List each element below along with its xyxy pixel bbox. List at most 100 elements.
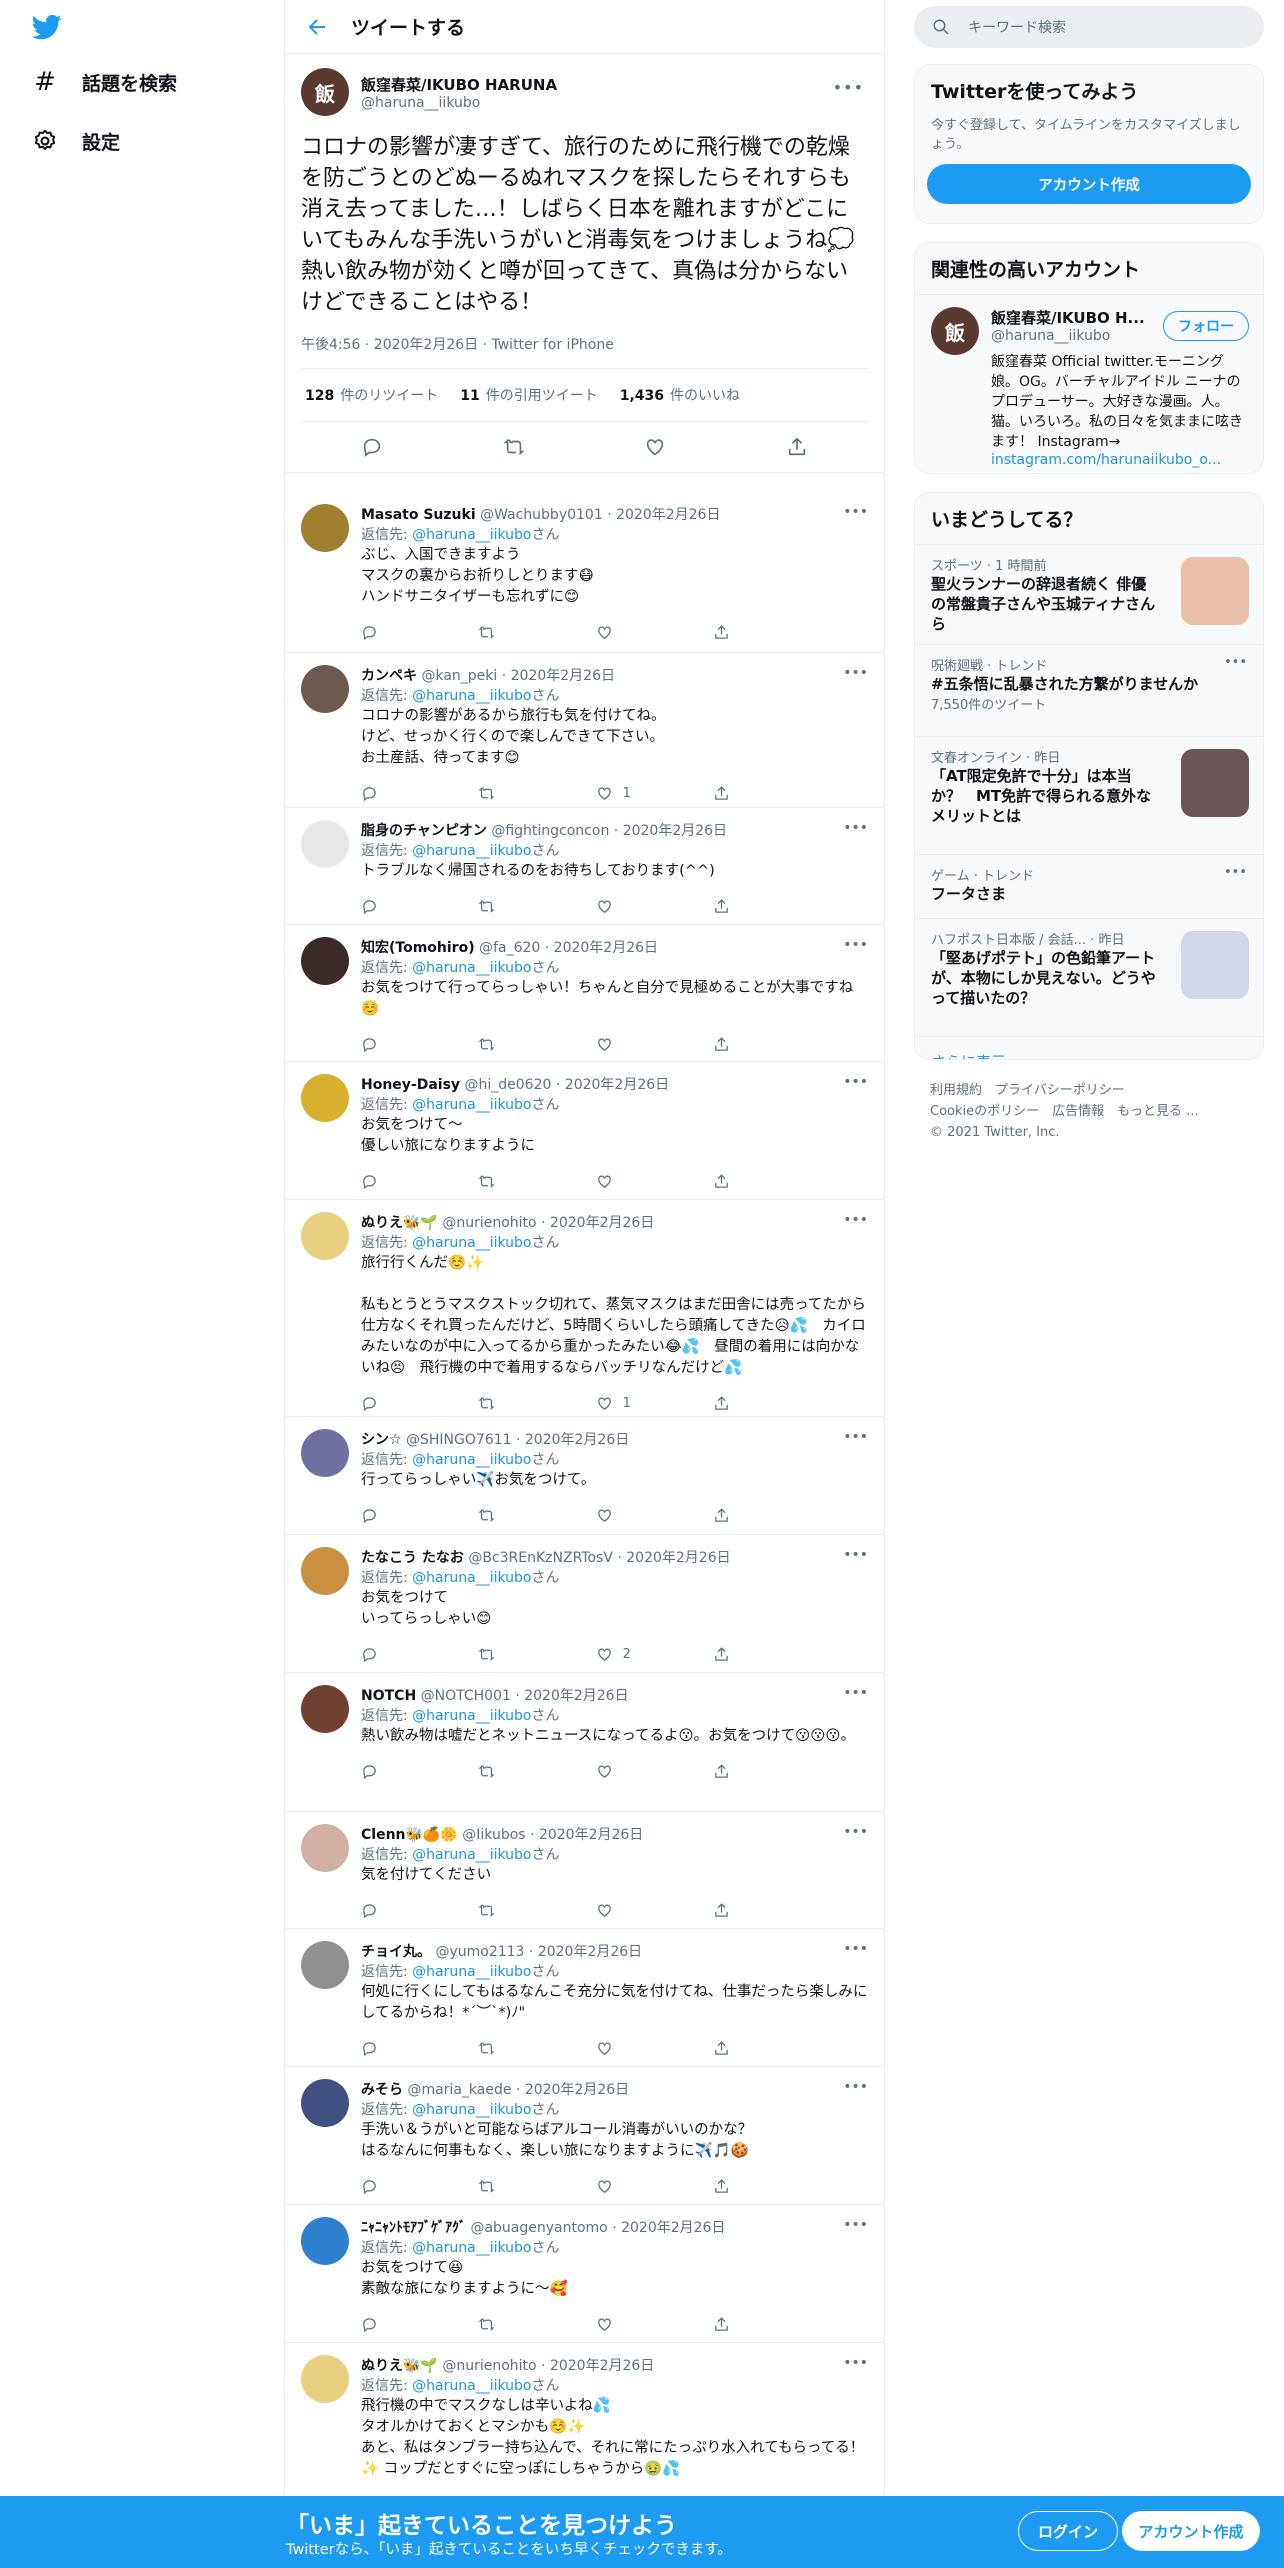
reply-author-handle[interactable]: @nurienohito — [442, 1215, 536, 1231]
reply-author-name[interactable]: カンペキ — [361, 668, 417, 684]
quote-count[interactable]: 11 件の引用ツイート — [460, 385, 597, 405]
share-button[interactable] — [713, 2316, 773, 2333]
reply-author-name[interactable]: Honey-Daisy — [361, 1077, 460, 1093]
reply-date[interactable]: 2020年2月26日 — [550, 2358, 654, 2374]
follow-button[interactable]: フォロー — [1163, 311, 1249, 341]
like-button[interactable] — [596, 2178, 656, 2195]
share-button[interactable] — [713, 624, 773, 641]
reply-to-link[interactable]: @haruna__iikubo — [412, 1097, 531, 1113]
reply-author-handle[interactable]: @Bc3REnKzNZRTosV — [468, 1550, 613, 1566]
reply-tweet[interactable]: ぬりえ🐝🌱 @nurienohito · 2020年2月26日 ••• 返信先:… — [285, 2343, 884, 2512]
reply-button[interactable] — [361, 1036, 421, 1053]
share-button[interactable] — [713, 1507, 773, 1524]
retweet-icon[interactable] — [503, 436, 525, 458]
avatar[interactable] — [301, 2217, 349, 2265]
like-button[interactable] — [596, 1902, 656, 1919]
avatar[interactable] — [301, 820, 349, 868]
share-button[interactable] — [713, 785, 773, 802]
author-handle[interactable]: @haruna__iikubo — [361, 95, 557, 111]
more-icon[interactable]: ••• — [843, 1941, 868, 1957]
reply-date[interactable]: 2020年2月26日 — [621, 2220, 725, 2236]
reply-to-link[interactable]: @haruna__iikubo — [412, 527, 531, 543]
reply-author-handle[interactable]: @maria_kaede — [407, 2082, 511, 2098]
avatar[interactable] — [301, 665, 349, 713]
more-icon[interactable]: ••• — [843, 1547, 868, 1563]
avatar[interactable] — [301, 1429, 349, 1477]
retweet-button[interactable] — [478, 1763, 538, 1780]
more-icon[interactable]: ••• — [843, 1074, 868, 1090]
reply-button[interactable] — [361, 1902, 421, 1919]
reply-author-name[interactable]: たなこう たなお — [361, 1550, 464, 1566]
reply-to-link[interactable]: @haruna__iikubo — [412, 1235, 531, 1251]
reply-button[interactable] — [361, 1763, 421, 1780]
retweet-button[interactable] — [478, 2178, 538, 2195]
reply-date[interactable]: 2020年2月26日 — [616, 507, 720, 523]
trend-item[interactable]: ゲーム · トレンド フータさま ••• — [915, 854, 1263, 918]
avatar[interactable] — [301, 2355, 349, 2403]
footer-links-2[interactable]: Cookieのポリシー 広告情報 もっと見る ... — [930, 1101, 1199, 1122]
reply-tweet[interactable]: Honey-Daisy @hi_de0620 · 2020年2月26日 ••• … — [285, 1062, 884, 1200]
retweet-button[interactable] — [478, 1507, 538, 1524]
reply-button[interactable] — [361, 785, 421, 802]
more-icon[interactable]: ••• — [843, 937, 868, 953]
reply-author-handle[interactable]: @Wachubby0101 — [480, 507, 603, 523]
reply-author-name[interactable]: NOTCH — [361, 1688, 416, 1704]
trend-item[interactable]: スポーツ · 1 時間前 聖火ランナーの辞退者続く 俳優の常盤貴子さんや玉城ティ… — [915, 544, 1263, 644]
share-button[interactable] — [713, 2178, 773, 2195]
avatar[interactable]: 飯 — [301, 68, 349, 116]
reply-tweet[interactable]: Clenn🐝🍊🌼 @Iikubos · 2020年2月26日 ••• 返信先: … — [285, 1812, 884, 1929]
trend-item[interactable]: 文春オンライン · 昨日 「AT限定免許で十分」は本当か？ MT免許で得られる意… — [915, 736, 1263, 854]
reply-to-link[interactable]: @haruna__iikubo — [412, 843, 531, 859]
reply-author-handle[interactable]: @kan_peki — [421, 668, 497, 684]
reply-date[interactable]: 2020年2月26日 — [524, 1688, 628, 1704]
share-button[interactable] — [713, 1173, 773, 1190]
more-icon[interactable]: ••• — [843, 2079, 868, 2095]
avatar[interactable] — [301, 937, 349, 985]
trend-item[interactable]: 呪術廻戦 · トレンド #五条悟に乱暴された方繋がりませんか 7,550件のツイー… — [915, 644, 1263, 736]
twitter-logo-icon[interactable] — [30, 12, 64, 42]
reply-author-handle[interactable]: @hi_de0620 — [465, 1077, 552, 1093]
reply-to-link[interactable]: @haruna__iikubo — [412, 2378, 531, 2394]
more-icon[interactable]: ••• — [843, 1824, 868, 1840]
reply-date[interactable]: 2020年2月26日 — [538, 1944, 642, 1960]
retweet-button[interactable] — [478, 1902, 538, 1919]
more-icon[interactable]: ••• — [843, 1212, 868, 1228]
more-icon[interactable]: ••• — [1224, 655, 1247, 670]
more-icon[interactable]: ••• — [843, 665, 868, 681]
reply-to-link[interactable]: @haruna__iikubo — [412, 960, 531, 976]
share-button[interactable] — [713, 898, 773, 915]
retweet-count[interactable]: 128 件のリツイート — [305, 385, 438, 405]
reply-tweet[interactable]: ﾆｬﾆｬﾝﾄﾓｱﾌﾞｹﾞｱｸﾞ @abuagenyantomo · 2020年2… — [285, 2205, 884, 2343]
reply-author-name[interactable]: チョイ丸。 — [361, 1944, 431, 1960]
share-button[interactable] — [713, 1395, 773, 1412]
reply-to-link[interactable]: @haruna__iikubo — [412, 2102, 531, 2118]
like-button[interactable]: 1 — [596, 785, 656, 802]
reply-button[interactable] — [361, 898, 421, 915]
like-count[interactable]: 1,436 件のいいね — [620, 385, 740, 405]
share-button[interactable] — [713, 1902, 773, 1919]
retweet-button[interactable] — [478, 1036, 538, 1053]
like-button[interactable]: 1 — [596, 1395, 656, 1412]
avatar[interactable] — [301, 504, 349, 552]
reply-tweet[interactable]: 知宏(Tomohiro) @fa_620 · 2020年2月26日 ••• 返信… — [285, 925, 884, 1062]
retweet-button[interactable] — [478, 2316, 538, 2333]
reply-button[interactable] — [361, 1173, 421, 1190]
retweet-button[interactable] — [478, 624, 538, 641]
trend-item[interactable]: ハフポスト日本版 / 会話... · 昨日 「堅あげポテト」の色鉛筆アートが、本… — [915, 918, 1263, 1036]
share-button[interactable] — [713, 2040, 773, 2057]
related-link[interactable]: instagram.com/harunaiikubo_o... — [991, 452, 1247, 468]
reply-button[interactable] — [361, 624, 421, 641]
retweet-button[interactable] — [478, 1173, 538, 1190]
avatar[interactable] — [301, 1547, 349, 1595]
reply-author-handle[interactable]: @abuagenyantomo — [470, 2220, 607, 2236]
related-account[interactable]: 飯 飯窪春菜/IKUBO H... @haruna__iikubo フォロー 飯… — [915, 294, 1263, 470]
like-button[interactable] — [596, 1036, 656, 1053]
nav-settings[interactable]: 設定 — [32, 121, 120, 161]
reply-date[interactable]: 2020年2月26日 — [565, 1077, 669, 1093]
like-button[interactable] — [596, 1763, 656, 1780]
reply-author-name[interactable]: ぬりえ🐝🌱 — [361, 2358, 438, 2374]
reply-to-link[interactable]: @haruna__iikubo — [412, 2240, 531, 2256]
reply-author-handle[interactable]: @fa_620 — [479, 940, 540, 956]
share-button[interactable] — [713, 1646, 773, 1663]
reply-tweet[interactable]: ぬりえ🐝🌱 @nurienohito · 2020年2月26日 ••• 返信先:… — [285, 1200, 884, 1417]
